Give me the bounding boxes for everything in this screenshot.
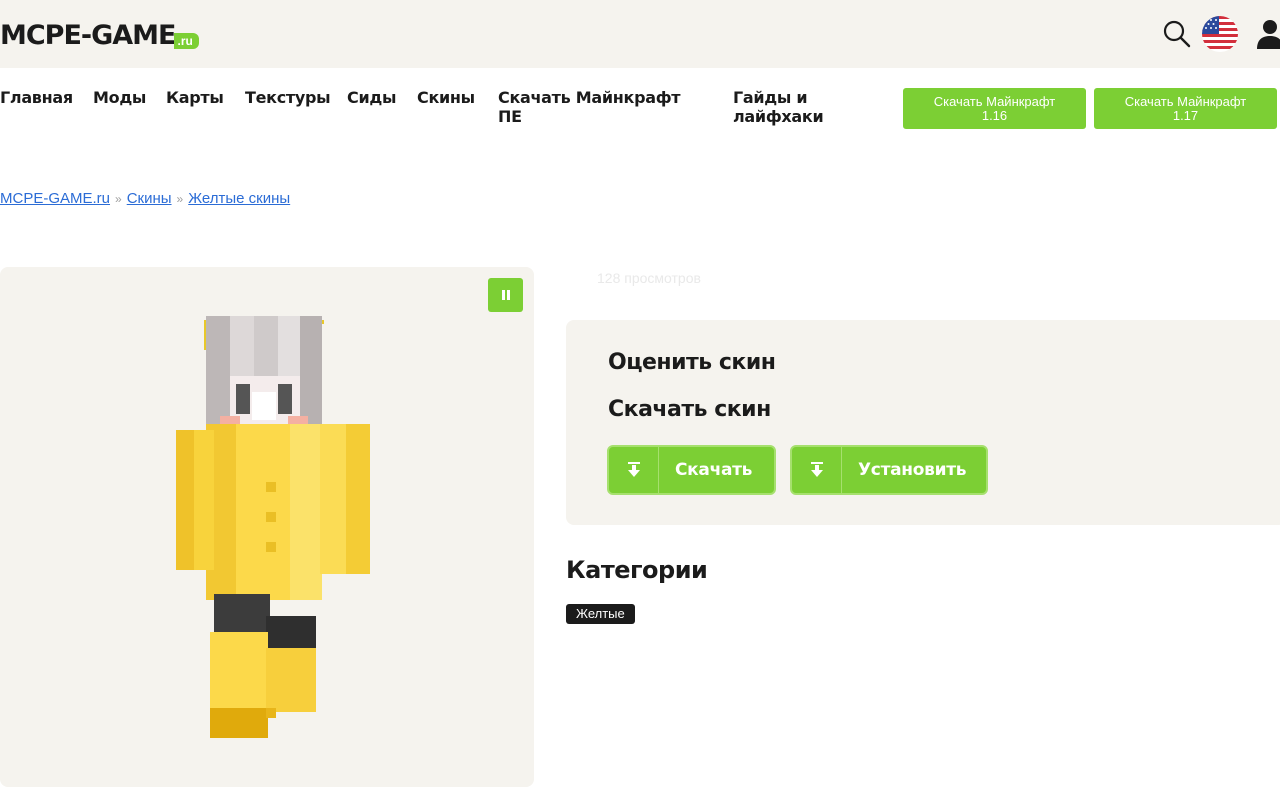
main-nav: Главная Моды Карты Текстуры Сиды Скины С…: [0, 88, 900, 132]
install-button-label: Установить: [858, 460, 967, 480]
nav-item-textures[interactable]: Текстуры: [245, 88, 331, 107]
nav-item-mods[interactable]: Моды: [93, 88, 146, 107]
breadcrumb-separator: »: [115, 192, 122, 206]
site-logo[interactable]: MCPE-GAME .ru: [0, 18, 199, 52]
download-skin-heading: Скачать скин: [608, 397, 771, 422]
download-button-line2: 1.16: [981, 107, 1008, 123]
search-icon[interactable]: [1162, 19, 1192, 49]
site-header: MCPE-GAME .ru: [0, 0, 1280, 68]
download-button-label: Скачать: [675, 460, 753, 480]
views-count: 128 просмотров: [597, 270, 701, 286]
download-button-line1: Скачать Майнкрафт: [933, 93, 1056, 109]
install-arrow-icon: [810, 462, 823, 477]
install-icon-wrap: [792, 447, 842, 493]
nav-item-seeds[interactable]: Сиды: [347, 88, 396, 107]
install-skin-button[interactable]: Установить: [790, 445, 988, 495]
nav-item-guides[interactable]: Гайды и лайфхаки: [733, 88, 843, 126]
download-arrow-icon: [627, 462, 640, 477]
us-flag-icon[interactable]: [1202, 16, 1238, 52]
logo-text: MCPE-GAME: [0, 20, 176, 51]
category-tag-yellow[interactable]: Желтые: [566, 604, 635, 624]
categories-heading: Категории: [566, 556, 708, 584]
download-minecraft-116-button[interactable]: Скачать Майнкрафт 1.16: [903, 88, 1086, 129]
pause-animation-button[interactable]: [488, 278, 523, 312]
skin-3d-model[interactable]: [170, 312, 380, 742]
logo-suffix: .ru: [173, 33, 199, 49]
header-icons: [1162, 16, 1280, 52]
pause-icon: [501, 290, 510, 300]
breadcrumb-home-link[interactable]: MCPE-GAME.ru: [0, 190, 110, 207]
breadcrumb-yellow-skins-link[interactable]: Желтые скины: [188, 190, 290, 207]
download-skin-button[interactable]: Скачать: [607, 445, 776, 495]
nav-item-maps[interactable]: Карты: [166, 88, 224, 107]
user-icon[interactable]: [1256, 18, 1280, 50]
nav-item-skins[interactable]: Скины: [417, 88, 475, 107]
rate-skin-heading: Оценить скин: [608, 350, 776, 375]
breadcrumb-separator: »: [176, 192, 184, 206]
breadcrumb-skins-link[interactable]: Скины: [127, 190, 172, 207]
nav-item-download-mcpe[interactable]: Скачать Майнкрафт ПЕ: [498, 88, 708, 126]
download-button-line2: 1.17: [1172, 107, 1199, 123]
download-minecraft-117-button[interactable]: Скачать Майнкрафт 1.17: [1094, 88, 1277, 129]
breadcrumb: MCPE-GAME.ru » Скины » Желтые скины: [0, 190, 290, 207]
download-icon-wrap: [609, 447, 659, 493]
download-button-line1: Скачать Майнкрафт: [1124, 93, 1247, 109]
nav-item-home[interactable]: Главная: [0, 88, 73, 107]
